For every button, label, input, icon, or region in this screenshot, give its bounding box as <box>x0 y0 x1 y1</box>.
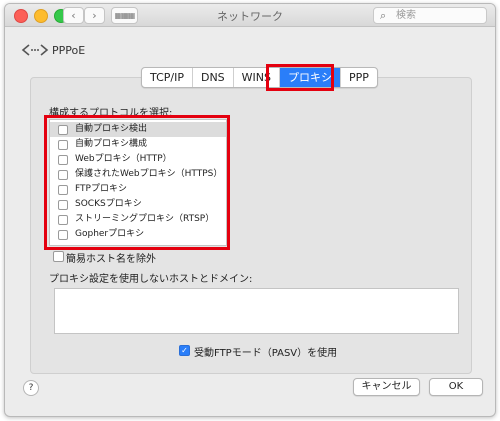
protocol-label: 保護されたWebプロキシ（HTTPS） <box>75 169 223 179</box>
protocol-checkbox[interactable] <box>58 185 68 195</box>
search-icon: ⌕ <box>380 9 387 22</box>
protocol-checkbox[interactable] <box>58 230 68 240</box>
bypass-hosts-label: プロキシ設定を使用しないホストとドメイン: <box>49 274 253 285</box>
cancel-button[interactable]: キャンセル <box>353 378 420 396</box>
protocol-checkbox[interactable] <box>58 140 68 150</box>
protocol-label: Gopherプロキシ <box>75 229 145 239</box>
protocol-label: SOCKSプロキシ <box>75 199 142 209</box>
protocol-item-auto-config[interactable]: 自動プロキシ構成 <box>50 137 226 152</box>
protocol-label: 自動プロキシ構成 <box>75 139 148 149</box>
tab-wins[interactable]: WINS <box>234 68 281 87</box>
settings-tab-bar: TCP/IP DNS WINS プロキシ PPP <box>141 67 378 88</box>
protocol-checkbox[interactable] <box>58 200 68 210</box>
tab-dns[interactable]: DNS <box>193 68 234 87</box>
protocol-item-rtsp[interactable]: ストリーミングプロキシ（RTSP） <box>50 212 226 227</box>
tab-tcpip[interactable]: TCP/IP <box>142 68 193 87</box>
protocol-label: Webプロキシ（HTTP） <box>75 154 172 164</box>
title-bar: ‹ › ▦▦▦ ネットワーク ⌕ 検索 <box>5 4 495 27</box>
protocol-list: 自動プロキシ検出 自動プロキシ構成 Webプロキシ（HTTP） 保護されたWeb… <box>49 119 227 246</box>
protocol-label: FTPプロキシ <box>75 184 127 194</box>
ok-button[interactable]: OK <box>429 378 483 396</box>
protocol-checkbox[interactable] <box>58 170 68 180</box>
tab-ppp[interactable]: PPP <box>341 68 377 87</box>
protocol-item-http[interactable]: Webプロキシ（HTTP） <box>50 152 226 167</box>
search-input[interactable]: ⌕ 検索 <box>373 7 487 24</box>
protocol-item-ftp[interactable]: FTPプロキシ <box>50 182 226 197</box>
connection-name: PPPoE <box>52 44 86 57</box>
exclude-simple-hostnames-label: 簡易ホスト名を除外 <box>66 254 156 265</box>
protocol-list-label: 構成するプロトコルを選択: <box>49 108 173 119</box>
tab-proxies[interactable]: プロキシ <box>280 68 342 87</box>
connection-arrows-icon <box>21 44 49 56</box>
protocol-label: ストリーミングプロキシ（RTSP） <box>75 214 215 224</box>
search-placeholder: 検索 <box>396 10 416 21</box>
passive-ftp-label: 受動FTPモード（PASV）を使用 <box>194 348 338 359</box>
protocol-checkbox[interactable] <box>58 155 68 165</box>
protocol-checkbox[interactable] <box>58 125 68 135</box>
protocol-checkbox[interactable] <box>58 215 68 225</box>
protocol-item-auto-discovery[interactable]: 自動プロキシ検出 <box>50 122 226 137</box>
exclude-simple-hostnames-checkbox[interactable] <box>53 251 64 262</box>
protocol-item-socks[interactable]: SOCKSプロキシ <box>50 197 226 212</box>
help-button[interactable]: ? <box>23 380 39 396</box>
passive-ftp-checkbox[interactable]: ✓ <box>179 345 190 356</box>
network-preferences-window: ‹ › ▦▦▦ ネットワーク ⌕ 検索 PPPoE TCP/IP DNS WIN… <box>4 3 496 417</box>
protocol-item-gopher[interactable]: Gopherプロキシ <box>50 227 226 242</box>
protocol-label: 自動プロキシ検出 <box>75 124 148 134</box>
protocol-item-https[interactable]: 保護されたWebプロキシ（HTTPS） <box>50 167 226 182</box>
bypass-hosts-field[interactable] <box>54 288 459 334</box>
